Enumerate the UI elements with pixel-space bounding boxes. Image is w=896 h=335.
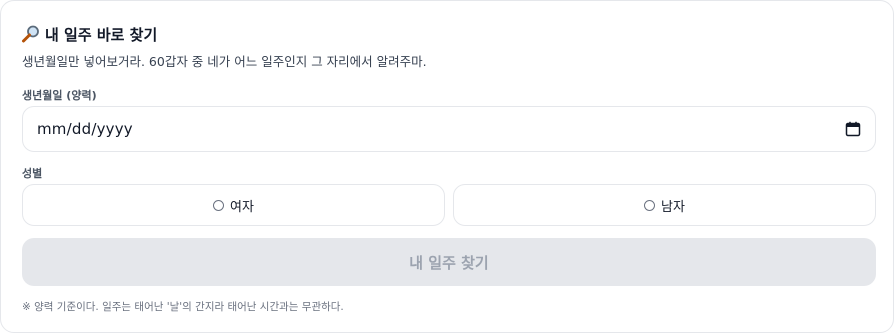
find-ilju-card: 내 일주 바로 찾기 생년월일만 넣어보거라. 60갑자 중 네가 어느 일주인… <box>0 0 894 333</box>
gender-option-label: 남자 <box>661 199 685 215</box>
radio-circle-icon[interactable] <box>213 199 225 211</box>
birthdate-label: 생년월일 (양력) <box>22 89 97 102</box>
radio-circle-icon[interactable] <box>644 199 656 211</box>
gender-option-female[interactable]: 여자 <box>22 184 445 226</box>
card-title: 내 일주 바로 찾기 <box>21 23 157 45</box>
find-ilju-button[interactable]: 내 일주 찾기 <box>22 238 876 286</box>
page-title: 내 일주 바로 찾기 <box>45 25 158 44</box>
find-ilju-button-label: 내 일주 찾기 <box>409 253 489 272</box>
gender-option-male[interactable]: 남자 <box>453 184 876 226</box>
gender-label: 성별 <box>22 167 43 180</box>
magnifier-icon <box>21 24 41 44</box>
birthdate-placeholder: mm/dd/yyyy <box>37 120 133 138</box>
birthdate-input[interactable]: mm/dd/yyyy <box>22 106 876 152</box>
page-subtitle: 생년월일만 넣어보거라. 60갑자 중 네가 어느 일주인지 그 자리에서 알려… <box>22 54 427 69</box>
footnote: ※ 양력 기준이다. 일주는 태어난 '날'의 간지라 태어난 시간과는 무관하… <box>22 301 344 313</box>
gender-option-label: 여자 <box>230 199 254 215</box>
calendar-icon[interactable] <box>845 121 861 137</box>
